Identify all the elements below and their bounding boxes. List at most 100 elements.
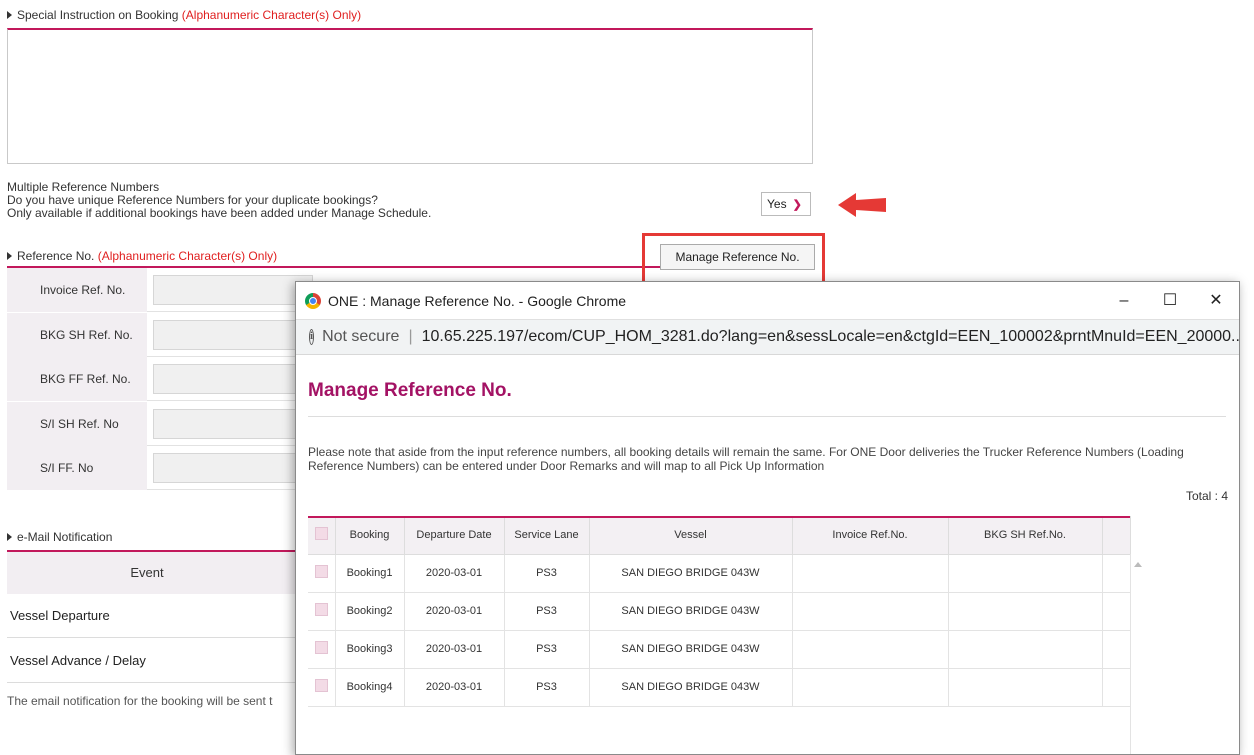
multiple-ref-selected: Yes xyxy=(767,197,787,211)
spacer-cell xyxy=(1102,554,1131,593)
si-sh-ref-input[interactable] xyxy=(153,409,313,439)
row-select-cell xyxy=(308,668,336,707)
row-checkbox[interactable] xyxy=(314,641,328,654)
caret-right-icon xyxy=(7,11,12,19)
spacer-cell xyxy=(1102,668,1131,707)
special-instruction-label: Special Instruction on Booking xyxy=(17,8,179,22)
invoice-ref-cell[interactable] xyxy=(792,668,949,707)
row-select-cell xyxy=(308,592,336,631)
row-checkbox[interactable] xyxy=(314,679,328,692)
vessel-cell: SAN DIEGO BRIDGE 043W xyxy=(589,630,793,669)
red-arrow-icon xyxy=(838,193,886,217)
caret-right-icon xyxy=(7,252,12,260)
email-footnote: The email notification for the booking w… xyxy=(7,694,273,708)
multiple-ref-text: Multiple Reference Numbers Do you have u… xyxy=(7,181,431,220)
table-header-row: Booking Departure Date Service Lane Vess… xyxy=(308,516,1131,555)
row-select-cell xyxy=(308,554,336,593)
highlight-box xyxy=(642,233,825,287)
table-row: Booking3 2020-03-01 PS3 SAN DIEGO BRIDGE… xyxy=(308,630,1131,669)
booking-table: Booking Departure Date Service Lane Vess… xyxy=(308,516,1131,707)
si-ff-ref-input[interactable] xyxy=(153,453,313,483)
minimize-button[interactable]: – xyxy=(1101,282,1147,319)
multiple-ref-hint: Only available if additional bookings ha… xyxy=(7,206,432,220)
lane-cell: PS3 xyxy=(504,668,590,707)
reference-label: Reference No. xyxy=(17,249,95,263)
vessel-cell: SAN DIEGO BRIDGE 043W xyxy=(589,668,793,707)
table-scrollbar[interactable] xyxy=(1130,554,1144,754)
address-separator: | xyxy=(408,328,413,345)
spacer-cell xyxy=(1102,592,1131,631)
ref-row-bkg-sh: BKG SH Ref. No. xyxy=(7,313,313,357)
invoice-ref-input[interactable] xyxy=(153,275,313,305)
ref-row-si-ff: S/I FF. No xyxy=(7,446,313,490)
column-header: Booking xyxy=(335,516,405,555)
bkg-sh-ref-input[interactable] xyxy=(153,320,313,350)
table-row: Booking2 2020-03-01 PS3 SAN DIEGO BRIDGE… xyxy=(308,592,1131,631)
select-all-checkbox[interactable] xyxy=(314,526,328,540)
caret-right-icon xyxy=(7,533,12,541)
not-secure-label: Not secure xyxy=(322,328,400,345)
booking-cell: Booking2 xyxy=(335,592,405,631)
manage-reference-popup: ONE : Manage Reference No. - Google Chro… xyxy=(295,281,1240,755)
reference-header: Reference No. (Alphanumeric Character(s)… xyxy=(7,249,277,263)
scroll-up-icon[interactable] xyxy=(1134,562,1142,567)
row-checkbox[interactable] xyxy=(314,603,328,616)
special-instruction-textarea[interactable] xyxy=(7,28,813,164)
ref-row-bkg-ff: BKG FF Ref. No. xyxy=(7,357,313,401)
bkg-sh-ref-cell[interactable] xyxy=(948,592,1103,631)
vessel-cell: SAN DIEGO BRIDGE 043W xyxy=(589,592,793,631)
column-header: BKG SH Ref.No. xyxy=(948,516,1103,555)
date-cell: 2020-03-01 xyxy=(404,668,505,707)
multiple-ref-select[interactable]: Yes ❯ xyxy=(761,192,811,216)
invoice-ref-cell[interactable] xyxy=(792,592,949,631)
lane-cell: PS3 xyxy=(504,554,590,593)
url-text: 10.65.225.197/ecom/CUP_HOM_3281.do?lang=… xyxy=(421,328,1239,345)
column-header: Service Lane xyxy=(504,516,590,555)
email-header: e-Mail Notification xyxy=(7,530,112,544)
bkg-sh-ref-cell[interactable] xyxy=(948,554,1103,593)
invoice-ref-cell[interactable] xyxy=(792,554,949,593)
ref-row-invoice: Invoice Ref. No. xyxy=(7,268,313,312)
chevron-down-icon: ❯ xyxy=(792,198,802,211)
ref-label: S/I FF. No xyxy=(7,446,147,490)
row-checkbox[interactable] xyxy=(314,565,328,578)
row-select-cell xyxy=(308,630,336,669)
address-bar[interactable]: i Not secure | 10.65.225.197/ecom/CUP_HO… xyxy=(296,319,1239,355)
total-count: Total : 4 xyxy=(1185,489,1228,503)
special-instruction-note: (Alphanumeric Character(s) Only) xyxy=(181,8,362,22)
event-row: Vessel Advance / Delay xyxy=(7,639,307,683)
bkg-ff-ref-input[interactable] xyxy=(153,364,313,394)
window-titlebar: ONE : Manage Reference No. - Google Chro… xyxy=(296,282,1239,319)
info-icon[interactable]: i xyxy=(309,329,315,345)
booking-cell: Booking3 xyxy=(335,630,405,669)
table-row: Booking4 2020-03-01 PS3 SAN DIEGO BRIDGE… xyxy=(308,668,1131,707)
popup-title: Manage Reference No. xyxy=(308,380,512,401)
column-header: Departure Date xyxy=(404,516,505,555)
popup-divider xyxy=(308,416,1226,417)
date-cell: 2020-03-01 xyxy=(404,554,505,593)
maximize-button[interactable]: ☐ xyxy=(1147,282,1193,319)
lane-cell: PS3 xyxy=(504,630,590,669)
bkg-sh-ref-cell[interactable] xyxy=(948,668,1103,707)
chrome-icon xyxy=(305,292,321,309)
ref-label: BKG FF Ref. No. xyxy=(7,357,147,401)
ref-row-si-sh: S/I SH Ref. No xyxy=(7,402,313,446)
booking-cell: Booking1 xyxy=(335,554,405,593)
close-button[interactable]: ✕ xyxy=(1193,282,1239,319)
column-header-empty xyxy=(1102,516,1131,555)
event-column-header: Event xyxy=(7,552,307,594)
ref-label: Invoice Ref. No. xyxy=(7,268,147,312)
window-title: ONE : Manage Reference No. - Google Chro… xyxy=(328,292,627,309)
booking-cell: Booking4 xyxy=(335,668,405,707)
column-header: Invoice Ref.No. xyxy=(792,516,949,555)
spacer-cell xyxy=(1102,630,1131,669)
email-label: e-Mail Notification xyxy=(17,530,113,544)
table-row: Booking1 2020-03-01 PS3 SAN DIEGO BRIDGE… xyxy=(308,554,1131,593)
window-controls: – ☐ ✕ xyxy=(1101,282,1239,319)
bkg-sh-ref-cell[interactable] xyxy=(948,630,1103,669)
ref-label: BKG SH Ref. No. xyxy=(7,313,147,357)
special-instruction-header: Special Instruction on Booking (Alphanum… xyxy=(7,8,361,22)
vessel-cell: SAN DIEGO BRIDGE 043W xyxy=(589,554,793,593)
invoice-ref-cell[interactable] xyxy=(792,630,949,669)
ref-label: S/I SH Ref. No xyxy=(7,402,147,446)
